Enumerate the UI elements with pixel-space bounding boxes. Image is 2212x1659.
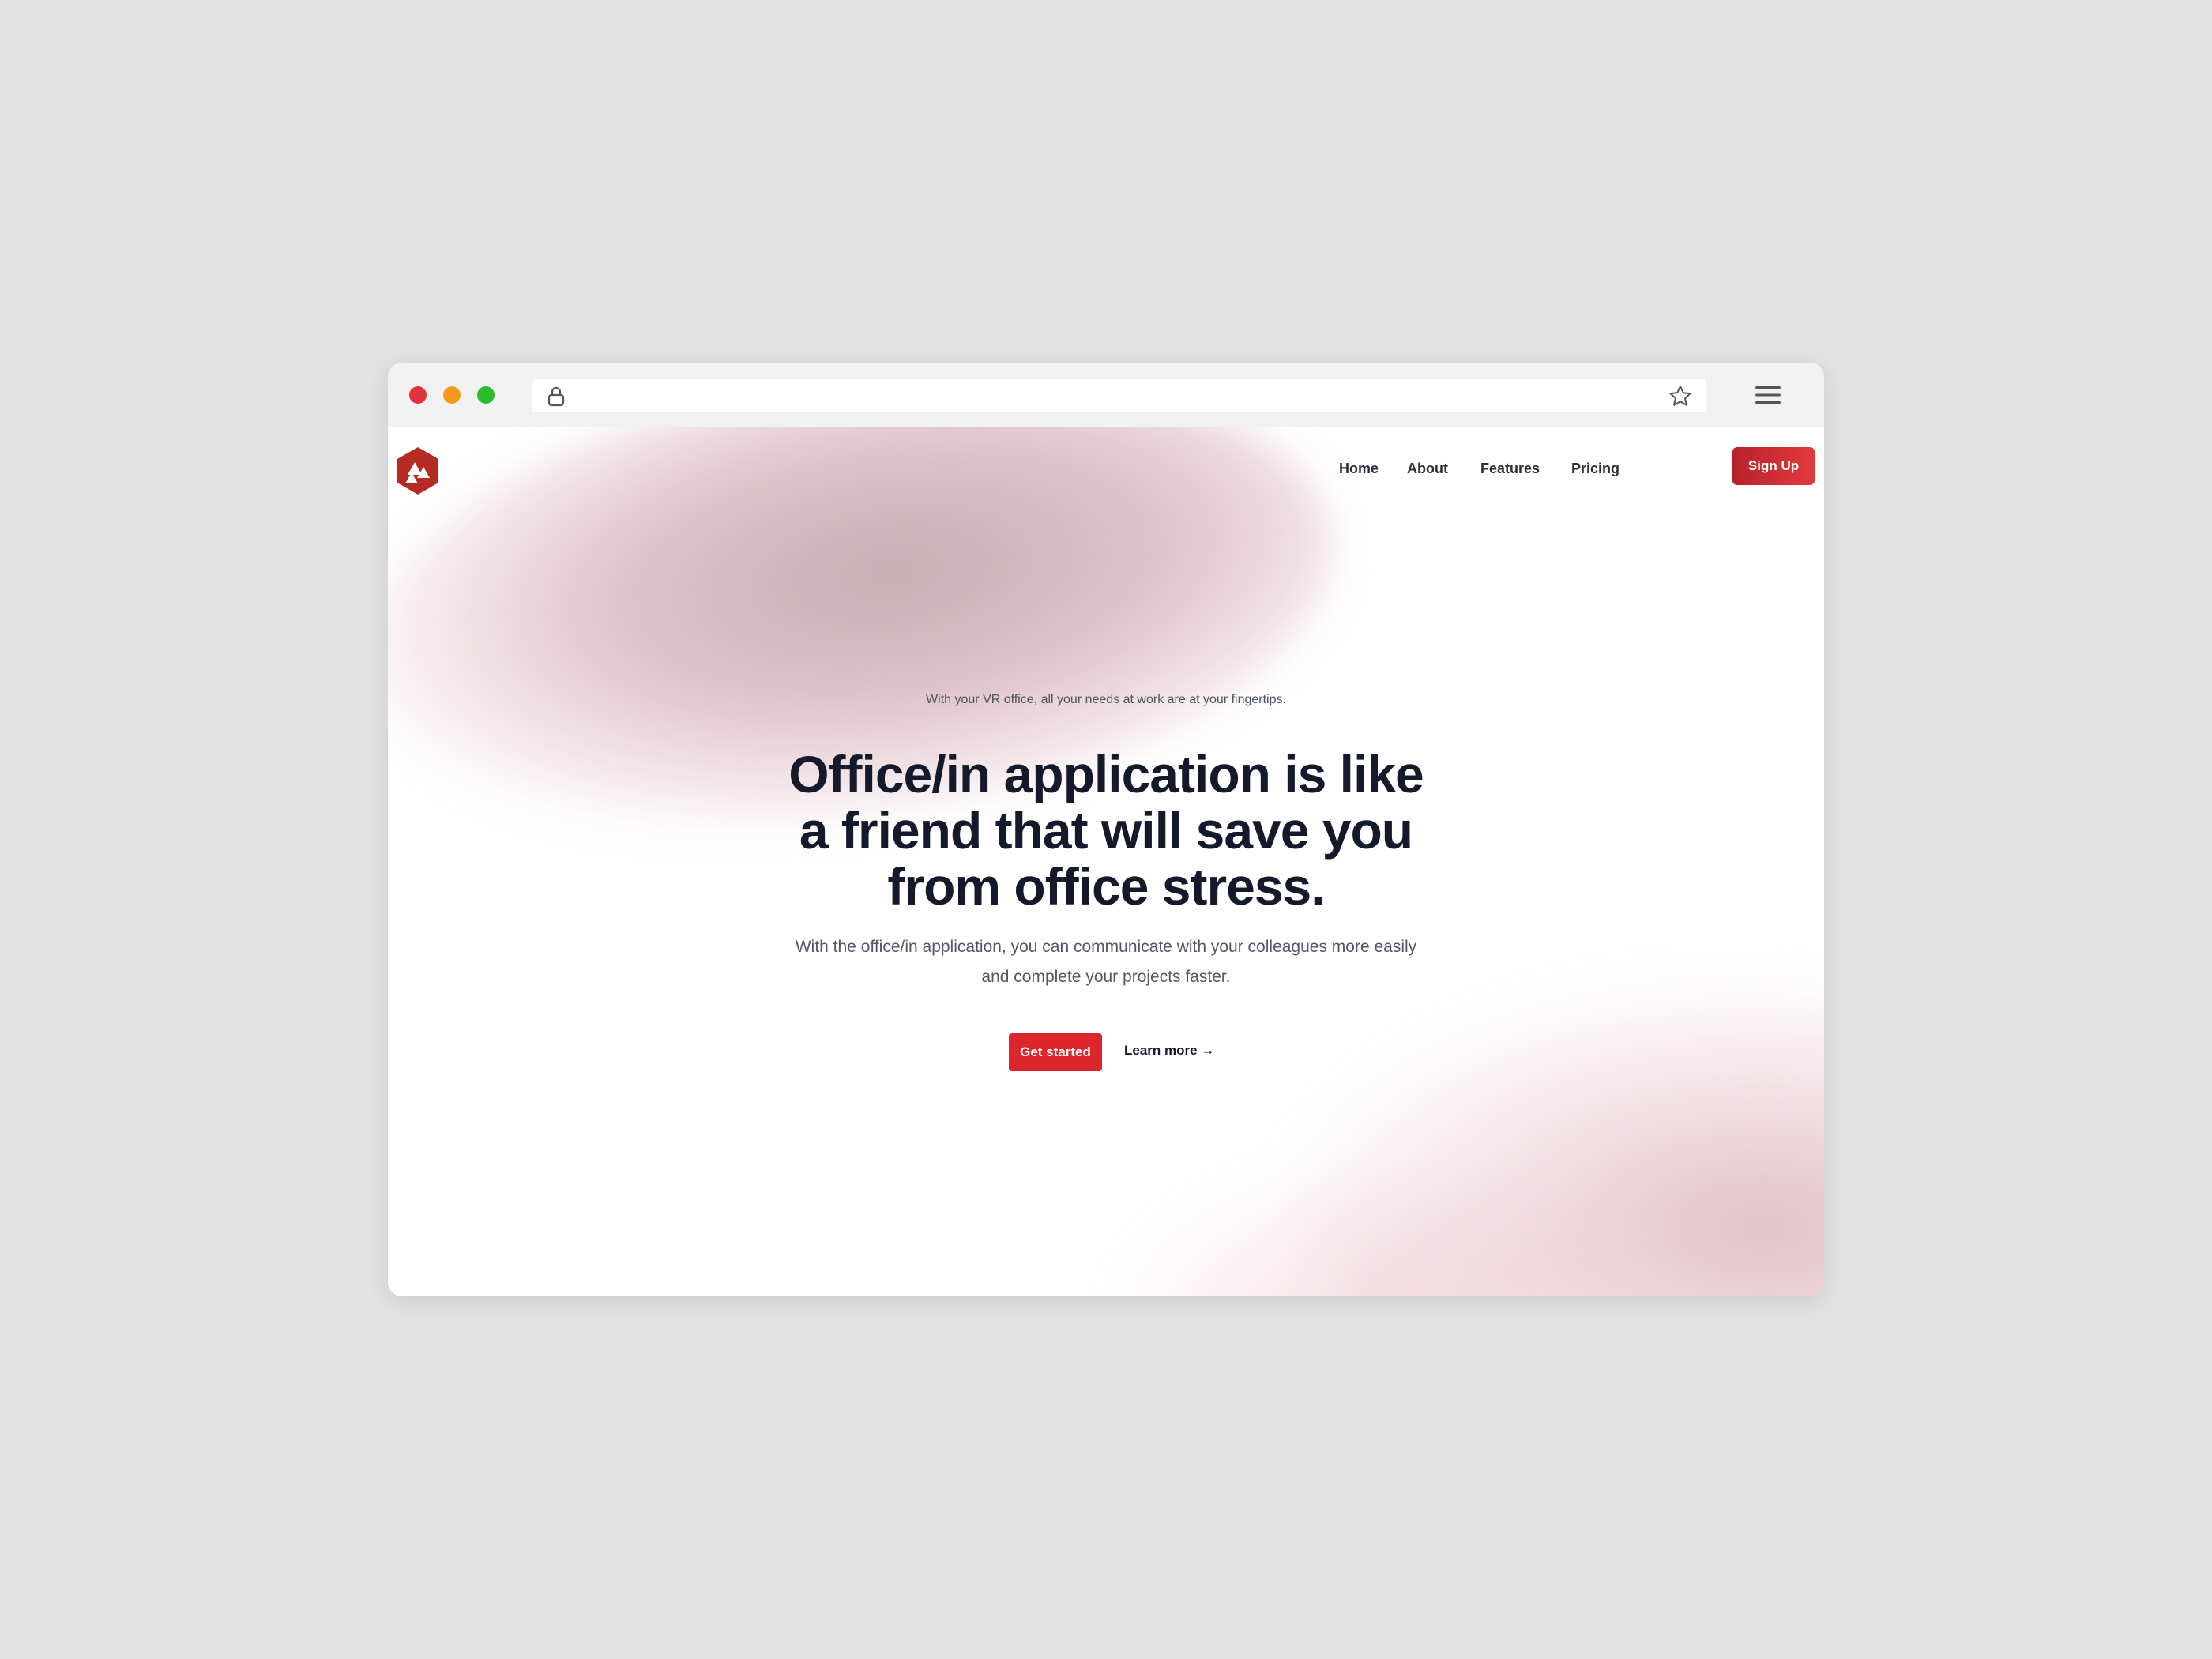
hero-subtext: With the office/in application, you can …	[795, 938, 1417, 986]
nav-about[interactable]: About	[1407, 461, 1448, 477]
sign-up-button[interactable]: Sign Up	[1732, 447, 1815, 485]
address-bar[interactable]	[532, 379, 1706, 412]
hamburger-menu-icon[interactable]	[1754, 384, 1782, 406]
hero-eyebrow: With your VR office, all your needs at w…	[926, 693, 1286, 706]
nav-pricing[interactable]: Pricing	[1571, 461, 1620, 477]
learn-more-link[interactable]: Learn more →	[1124, 1043, 1214, 1059]
hero-headline: Office/in application is like a friend t…	[788, 745, 1424, 916]
browser-window: Home About Features Pricing Sign Up With…	[388, 363, 1824, 1296]
star-icon[interactable]	[1668, 385, 1692, 407]
close-window-button[interactable]	[409, 386, 427, 404]
landing-page: Home About Features Pricing Sign Up With…	[388, 427, 1824, 1296]
lock-icon	[547, 386, 565, 407]
browser-toolbar	[388, 363, 1824, 427]
main-nav: Home About Features Pricing	[388, 461, 1824, 484]
background-gradient-blob	[1099, 1154, 1652, 1296]
nav-features[interactable]: Features	[1480, 461, 1540, 477]
minimize-window-button[interactable]	[443, 386, 461, 404]
nav-home[interactable]: Home	[1339, 461, 1379, 477]
background-gradient-blob	[1273, 972, 1824, 1296]
get-started-button[interactable]: Get started	[1009, 1033, 1102, 1071]
maximize-window-button[interactable]	[477, 386, 495, 404]
